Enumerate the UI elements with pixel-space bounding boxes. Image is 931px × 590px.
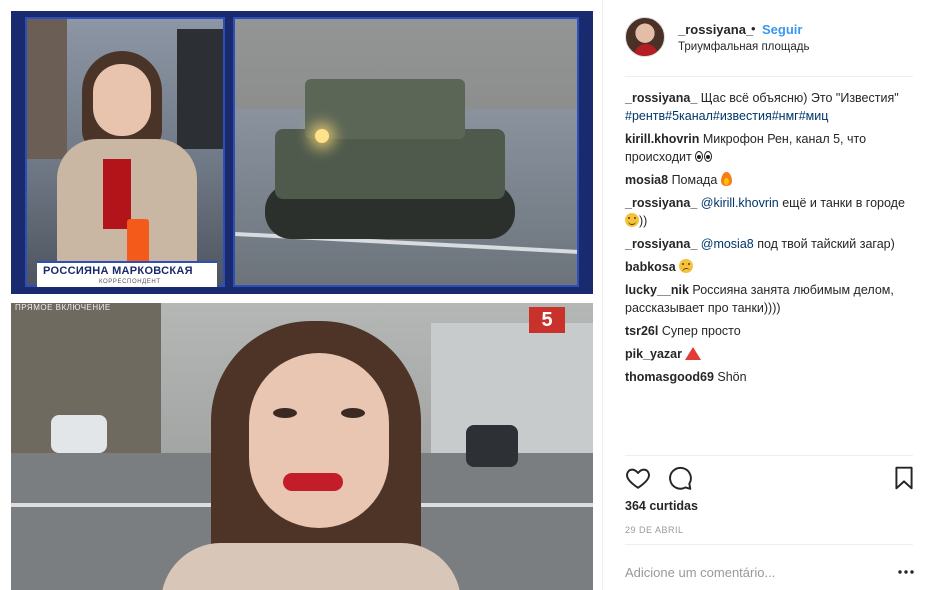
lower-third: РОССИЯНА МАРКОВСКАЯ КОРРЕСПОНДЕНТ	[37, 261, 217, 287]
tank-light	[315, 129, 329, 143]
comment-username[interactable]: _rossiyana_	[625, 91, 697, 105]
post-media[interactable]: РОССИЯНА МАРКОВСКАЯ КОРРЕСПОНДЕНТ ПРЯМОЕ…	[0, 0, 602, 590]
divider	[625, 455, 913, 456]
comment-username[interactable]: _rossiyana_	[625, 237, 697, 251]
comment-item: _rossiyana_ @mosia8 под твой тайский заг…	[625, 235, 917, 253]
comment-item: pik_yazar	[625, 345, 917, 363]
lower-third-role: КОРРЕСПОНДЕНТ	[99, 279, 161, 285]
tank-panel	[233, 17, 579, 287]
reporter-face	[93, 64, 151, 136]
post-header: _rossiyana_ • Seguir Триумфальная площад…	[603, 0, 931, 76]
comment-text: ещё и танки в городе	[778, 196, 905, 210]
mention-link[interactable]: @kirill.khovrin	[697, 196, 779, 210]
comments-list: _rossiyana_ Щас всё объясню) Это "Извест…	[625, 89, 917, 391]
woman-eye	[273, 408, 297, 418]
car	[51, 415, 107, 453]
comment-icon[interactable]	[667, 465, 693, 491]
comment-text: под твой тайский загар)	[753, 237, 895, 251]
media-image-top: РОССИЯНА МАРКОВСКАЯ КОРРЕСПОНДЕНТ	[11, 11, 593, 294]
divider	[625, 544, 913, 545]
lower-third-name: РОССИЯНА МАРКОВСКАЯ	[43, 265, 193, 277]
heart-icon[interactable]	[625, 465, 651, 491]
comment-item: thomasgood69 Shön	[625, 368, 917, 386]
location-link[interactable]: Триумфальная площадь	[678, 41, 809, 53]
likes-count[interactable]: 364 curtidas	[625, 499, 698, 513]
woman-eye	[341, 408, 365, 418]
bookmark-icon[interactable]	[891, 465, 917, 491]
comment-username[interactable]: lucky__nik	[625, 283, 689, 297]
comment-text: Супер просто	[658, 324, 741, 338]
comment-text: Shön	[713, 370, 747, 384]
building	[177, 29, 223, 149]
woman-lips	[283, 473, 343, 491]
post-sidebar: _rossiyana_ • Seguir Триумфальная площад…	[602, 0, 931, 590]
header-username[interactable]: _rossiyana_	[678, 22, 753, 37]
comment-username[interactable]: tsr26l	[625, 324, 658, 338]
car	[466, 425, 518, 467]
mention-link[interactable]: @mosia8	[697, 237, 754, 251]
channel-logo: 5	[529, 307, 565, 333]
comment-item: babkosa	[625, 258, 917, 276]
comment-item: _rossiyana_ @kirill.khovrin ещё и танки …	[625, 194, 917, 230]
reporter-top	[103, 159, 131, 229]
comment-text-suffix: ))	[639, 214, 648, 228]
fire-icon	[720, 172, 732, 186]
hashtags-link[interactable]: #рентв#5канал#известия#нмг#миц	[625, 109, 828, 123]
more-options-icon[interactable]	[897, 566, 915, 578]
comment-item: tsr26l Супер просто	[625, 322, 917, 340]
comment-username[interactable]: babkosa	[625, 260, 676, 274]
warning-icon	[685, 347, 702, 360]
tank-hull	[275, 129, 505, 199]
post-date: 29 DE ABRIL	[625, 525, 684, 535]
comment-text: Помада	[668, 173, 721, 187]
comment-username[interactable]: mosia8	[625, 173, 668, 187]
comment-item: lucky__nik Россияна занята любимым делом…	[625, 281, 917, 317]
caption: _rossiyana_ Щас всё объясню) Это "Извест…	[625, 89, 917, 125]
separator-dot: •	[751, 21, 756, 36]
woman-face	[249, 353, 389, 528]
comment-username[interactable]: thomasgood69	[625, 370, 714, 384]
tank-turret	[305, 79, 465, 139]
comment-item: kirill.khovrin Микрофон Рен, канал 5, чт…	[625, 130, 917, 166]
woman-shoulder	[161, 543, 461, 590]
caption-text: Щас всё объясню) Это "Известия"	[697, 91, 899, 105]
avatar[interactable]	[625, 17, 665, 57]
follow-button[interactable]: Seguir	[762, 22, 802, 37]
eyes-icon	[695, 149, 713, 162]
confused-icon	[679, 259, 694, 273]
divider	[625, 76, 913, 77]
banner-text: ПРЯМОЕ ВКЛЮЧЕНИЕ	[15, 303, 111, 312]
add-comment-input[interactable]: Adicione um comentário...	[625, 565, 775, 580]
reporter-panel	[25, 17, 225, 287]
smile-icon	[625, 213, 639, 227]
comment-username[interactable]: pik_yazar	[625, 347, 682, 361]
comment-item: mosia8 Помада	[625, 171, 917, 189]
building	[27, 19, 67, 159]
comment-username[interactable]: _rossiyana_	[625, 196, 697, 210]
media-image-bottom: ПРЯМОЕ ВКЛЮЧЕНИЕ 5	[11, 303, 593, 590]
comment-username[interactable]: kirill.khovrin	[625, 132, 699, 146]
action-bar	[625, 465, 917, 493]
